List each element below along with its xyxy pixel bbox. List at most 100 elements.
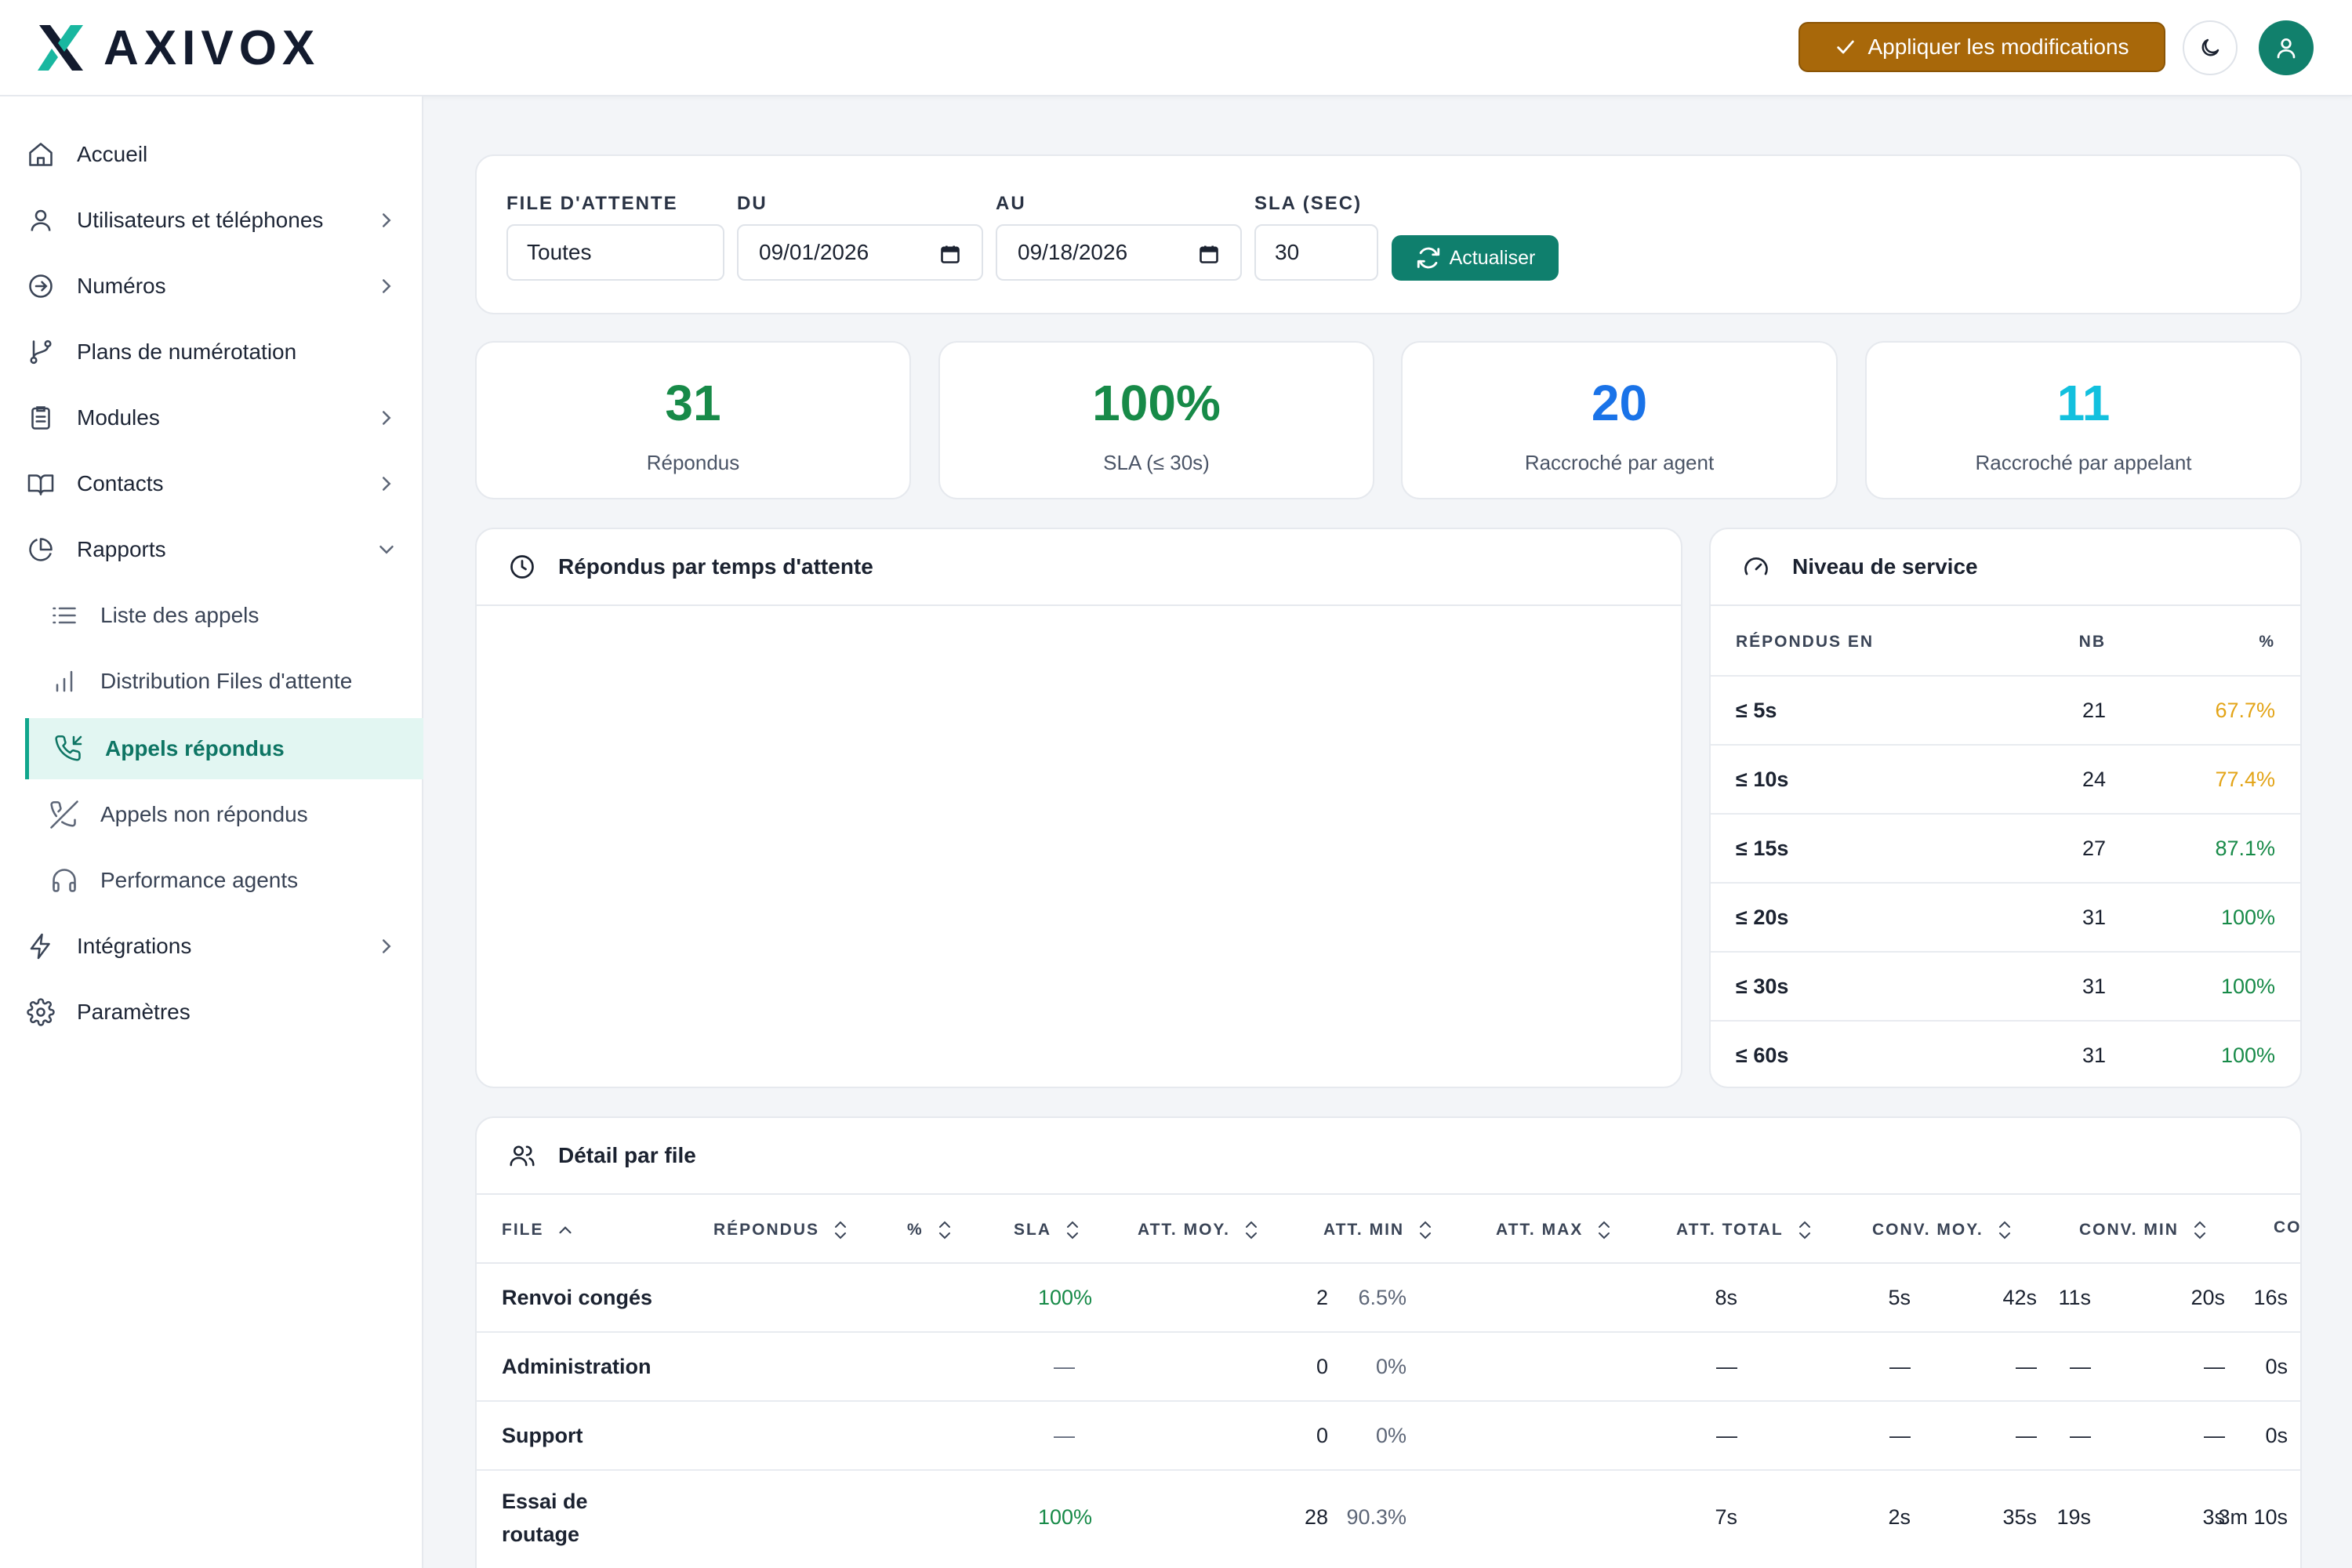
calendar-icon[interactable] — [1198, 243, 1220, 265]
column-header-label: ATT. TOTAL — [1676, 1221, 1784, 1239]
sidebar-item-label: Appels répondus — [105, 736, 285, 760]
percent-cell: 100% — [2220, 1044, 2275, 1067]
column-header-file[interactable]: FILE — [502, 1218, 575, 1242]
sla-seconds-label: SLA (SEC) — [1254, 193, 1363, 214]
sort-icon — [1798, 1221, 1810, 1240]
sort-icon — [1599, 1221, 1610, 1240]
sidebar-item-agent-performance[interactable]: Performance agents — [50, 850, 423, 911]
threshold-cell: ≤ 60s — [1736, 1044, 1789, 1067]
queue-name-cell: Support — [502, 1424, 583, 1447]
max-wait-cell: — — [2070, 1424, 2091, 1447]
column-header: % — [2259, 633, 2275, 651]
table-row: ≤ 10s 24 77.4% — [1711, 746, 2300, 815]
sidebar-item-settings[interactable]: Paramètres — [25, 982, 423, 1043]
sidebar-item-missed-calls[interactable]: Appels non répondus — [50, 784, 423, 845]
percent-cell: 90.3% — [1346, 1505, 1406, 1529]
sidebar-item-call-list[interactable]: Liste des appels — [50, 585, 423, 646]
count-cell: 27 — [2082, 837, 2106, 860]
sort-icon — [1420, 1221, 1432, 1240]
column-header-avg-wait[interactable]: ATT. MOY. — [1138, 1218, 1261, 1242]
column-header-truncated[interactable]: CO — [2274, 1218, 2300, 1237]
wait-time-chart-area — [477, 608, 1681, 1087]
stat-card-caller-hangup: 11 Raccroché par appelant — [1865, 341, 2302, 499]
apply-changes-button[interactable]: Appliquer les modifications — [1798, 22, 2165, 72]
sidebar-item-users-phones[interactable]: Utilisateurs et téléphones — [25, 190, 423, 251]
percent-cell: 0% — [1375, 1424, 1406, 1447]
sidebar-item-queue-distribution[interactable]: Distribution Files d'attente — [50, 651, 423, 712]
theme-toggle-button[interactable] — [2183, 20, 2238, 75]
column-header-avg-conv[interactable]: CONV. MOY. — [1872, 1218, 2015, 1242]
gear-icon — [27, 998, 55, 1026]
stat-caller-hangup-value: 11 — [2056, 375, 2111, 431]
from-date-input[interactable]: 09/01/2026 — [737, 224, 983, 281]
to-date-input[interactable]: 09/18/2026 — [996, 224, 1242, 281]
table-row: ≤ 20s 31 100% — [1711, 884, 2300, 953]
bar-chart-icon — [56, 670, 73, 692]
avg-wait-cell: 8s — [1715, 1286, 1737, 1309]
sidebar-item-reports[interactable]: Rapports — [25, 519, 423, 580]
column-header-label: CONV. MOY. — [1872, 1221, 1984, 1239]
sidebar-item-label: Numéros — [77, 274, 166, 298]
gauge-icon — [1744, 557, 1768, 575]
total-wait-cell: 16s — [2253, 1286, 2288, 1309]
stat-agent-hangup-label: Raccroché par agent — [1524, 451, 1715, 474]
clock-icon — [510, 555, 534, 579]
user-avatar-button[interactable] — [2259, 20, 2314, 75]
min-wait-cell: — — [1889, 1424, 1911, 1447]
clipboard-icon — [31, 406, 50, 430]
queue-name-cell: Renvoi congés — [502, 1286, 653, 1309]
table-row: Support 0 0% — — — — 0s — [477, 1402, 2300, 1471]
phone-incoming-icon — [55, 735, 82, 761]
percent-cell: 87.1% — [2215, 837, 2275, 860]
count-cell: 24 — [2082, 768, 2106, 791]
queue-name-cell: Essai de routage — [502, 1490, 588, 1546]
sidebar-item-label: Accueil — [77, 142, 148, 166]
arrow-circle-icon — [29, 274, 53, 298]
column-header-max-wait[interactable]: ATT. MAX — [1496, 1218, 1614, 1242]
queue-select[interactable]: Toutes — [506, 224, 724, 281]
table-row: ≤ 30s 31 100% — [1711, 953, 2300, 1022]
wait-time-chart-title: Répondus par temps d'attente — [558, 554, 873, 579]
sidebar-item-label: Utilisateurs et téléphones — [77, 208, 324, 232]
sidebar-item-label: Modules — [77, 405, 160, 430]
column-header: RÉPONDUS EN — [1736, 633, 1875, 651]
column-header-total-wait[interactable]: ATT. TOTAL — [1676, 1218, 1815, 1242]
sidebar-item-label: Contacts — [77, 471, 164, 495]
user-icon — [31, 209, 51, 231]
sidebar-item-contacts[interactable]: Contacts — [25, 453, 423, 514]
column-header-sla[interactable]: SLA — [1014, 1218, 1083, 1242]
stat-sla-label: SLA (≤ 30s) — [1103, 451, 1210, 474]
sidebar-item-numbers[interactable]: Numéros — [25, 256, 423, 317]
chevron-right-icon — [383, 279, 391, 293]
git-branch-icon — [30, 339, 52, 365]
stat-card-answered: 31 Répondus — [475, 341, 911, 499]
table-row: ≤ 5s 21 67.7% — [1711, 677, 2300, 746]
column-header-min-conv[interactable]: CONV. MIN — [2079, 1218, 2210, 1242]
sort-icon — [2194, 1221, 2205, 1240]
avg-wait-cell: — — [1716, 1424, 1737, 1447]
calendar-icon[interactable] — [939, 243, 961, 265]
wait-time-chart-panel: Répondus par temps d'attente — [475, 528, 1682, 1088]
stat-agent-hangup-value: 20 — [1591, 375, 1648, 431]
column-header-answered[interactable]: RÉPONDUS — [713, 1218, 851, 1242]
sla-cell: — — [1054, 1424, 1075, 1447]
sidebar-item-label: Rapports — [77, 537, 166, 561]
column-header-percent[interactable]: % — [907, 1218, 955, 1242]
chevron-right-icon — [383, 939, 391, 953]
column-header-label: % — [907, 1221, 924, 1239]
percent-cell: 67.7% — [2215, 699, 2275, 722]
sidebar-item-modules[interactable]: Modules — [25, 387, 423, 448]
percent-cell: 0% — [1375, 1355, 1406, 1378]
sidebar-item-answered-calls[interactable]: Appels répondus — [25, 718, 423, 779]
brand-logo[interactable]: AXIVOX — [34, 21, 320, 75]
total-wait-cell: 0s — [2265, 1355, 2288, 1378]
refresh-button[interactable]: Actualiser — [1392, 235, 1559, 281]
queue-detail-panel: Détail par file FILE RÉPONDUS % SLA ATT.… — [475, 1116, 2302, 1568]
percent-cell: 100% — [2220, 906, 2275, 929]
column-header-min-wait[interactable]: ATT. MIN — [1323, 1218, 1436, 1242]
sla-seconds-input[interactable]: 30 — [1254, 224, 1378, 281]
sidebar-item-home[interactable]: Accueil — [25, 124, 423, 185]
sidebar-item-dial-plans[interactable]: Plans de numérotation — [25, 321, 423, 383]
sidebar-item-integrations[interactable]: Intégrations — [25, 916, 423, 977]
min-wait-cell: 5s — [1888, 1286, 1911, 1309]
